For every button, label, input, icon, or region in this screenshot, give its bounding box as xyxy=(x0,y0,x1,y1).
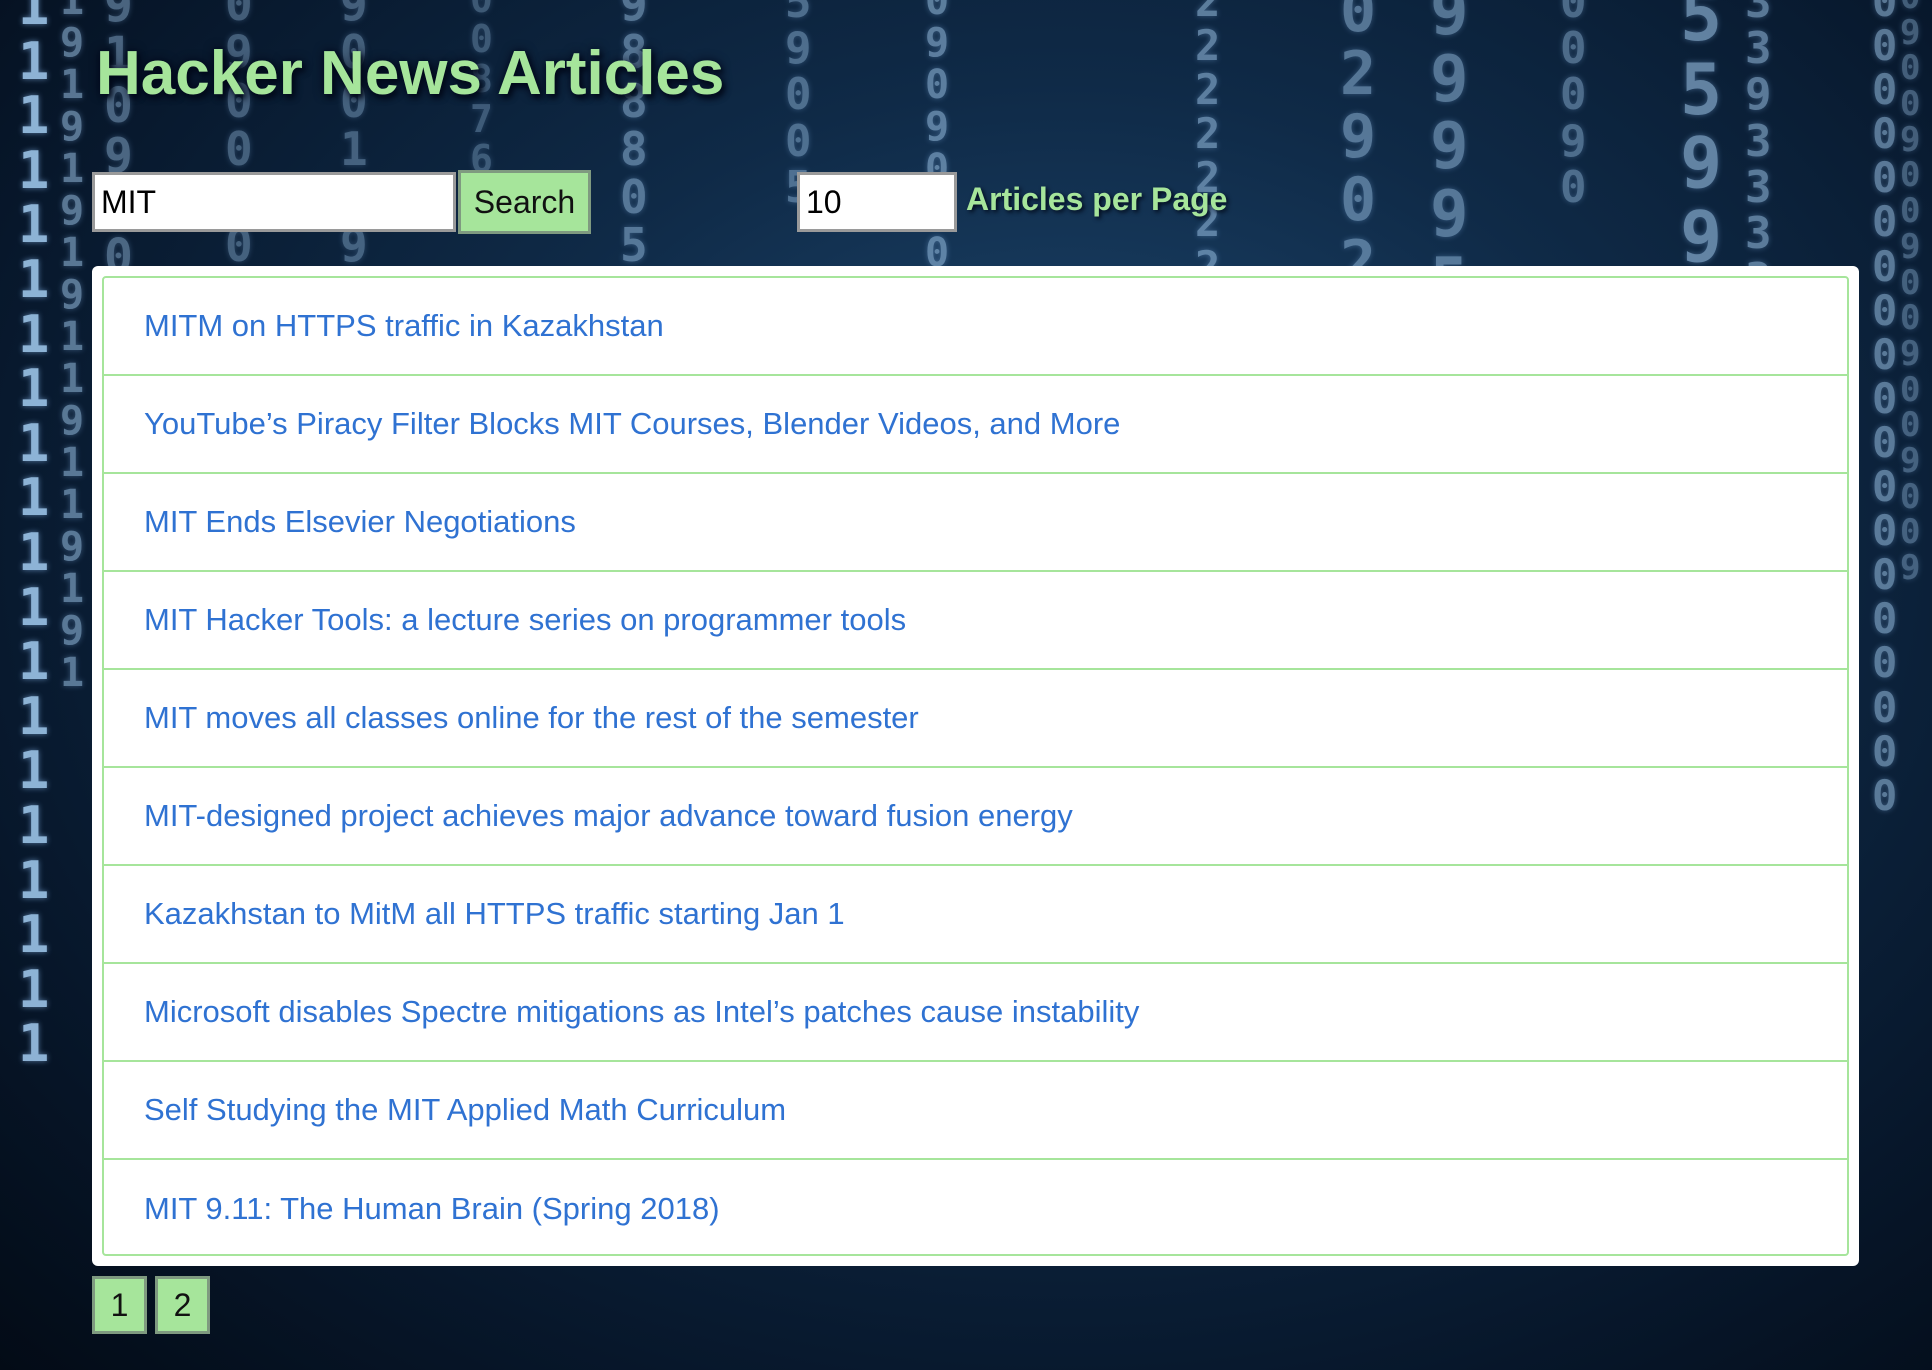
article-list-item: MIT moves all classes online for the res… xyxy=(104,670,1847,768)
page-button-1[interactable]: 1 xyxy=(92,1276,147,1334)
article-list-item: MIT Ends Elsevier Negotiations xyxy=(104,474,1847,572)
search-input[interactable] xyxy=(92,172,456,232)
pagination: 1 2 xyxy=(92,1276,210,1334)
page-title: Hacker News Articles xyxy=(96,39,725,108)
article-list-item: MIT-designed project achieves major adva… xyxy=(104,768,1847,866)
article-link[interactable]: MIT Ends Elsevier Negotiations xyxy=(144,504,576,540)
article-list-item: MIT Hacker Tools: a lecture series on pr… xyxy=(104,572,1847,670)
search-button[interactable]: Search xyxy=(458,170,591,234)
article-list-item: MITM on HTTPS traffic in Kazakhstan xyxy=(104,278,1847,376)
article-list-item: YouTube’s Piracy Filter Blocks MIT Cours… xyxy=(104,376,1847,474)
article-list-item: Microsoft disables Spectre mitigations a… xyxy=(104,964,1847,1062)
page-button-2[interactable]: 2 xyxy=(155,1276,210,1334)
article-list-item: Kazakhstan to MitM all HTTPS traffic sta… xyxy=(104,866,1847,964)
article-list-card: MITM on HTTPS traffic in Kazakhstan YouT… xyxy=(92,266,1859,1266)
article-list-item: MIT 9.11: The Human Brain (Spring 2018) xyxy=(104,1160,1847,1254)
article-link[interactable]: MITM on HTTPS traffic in Kazakhstan xyxy=(144,308,664,344)
articles-per-page-input[interactable] xyxy=(797,172,957,232)
article-link[interactable]: MIT moves all classes online for the res… xyxy=(144,700,919,736)
articles-per-page-label: Articles per Page xyxy=(966,181,1228,217)
article-link[interactable]: Self Studying the MIT Applied Math Curri… xyxy=(144,1092,786,1128)
article-link[interactable]: Kazakhstan to MitM all HTTPS traffic sta… xyxy=(144,896,845,932)
article-link[interactable]: YouTube’s Piracy Filter Blocks MIT Cours… xyxy=(144,406,1120,442)
article-link[interactable]: MIT 9.11: The Human Brain (Spring 2018) xyxy=(144,1191,720,1227)
article-link[interactable]: MIT Hacker Tools: a lecture series on pr… xyxy=(144,602,906,638)
article-link[interactable]: MIT-designed project achieves major adva… xyxy=(144,798,1073,834)
article-list: MITM on HTTPS traffic in Kazakhstan YouT… xyxy=(102,276,1849,1256)
article-list-item: Self Studying the MIT Applied Math Curri… xyxy=(104,1062,1847,1160)
article-link[interactable]: Microsoft disables Spectre mitigations a… xyxy=(144,994,1139,1030)
